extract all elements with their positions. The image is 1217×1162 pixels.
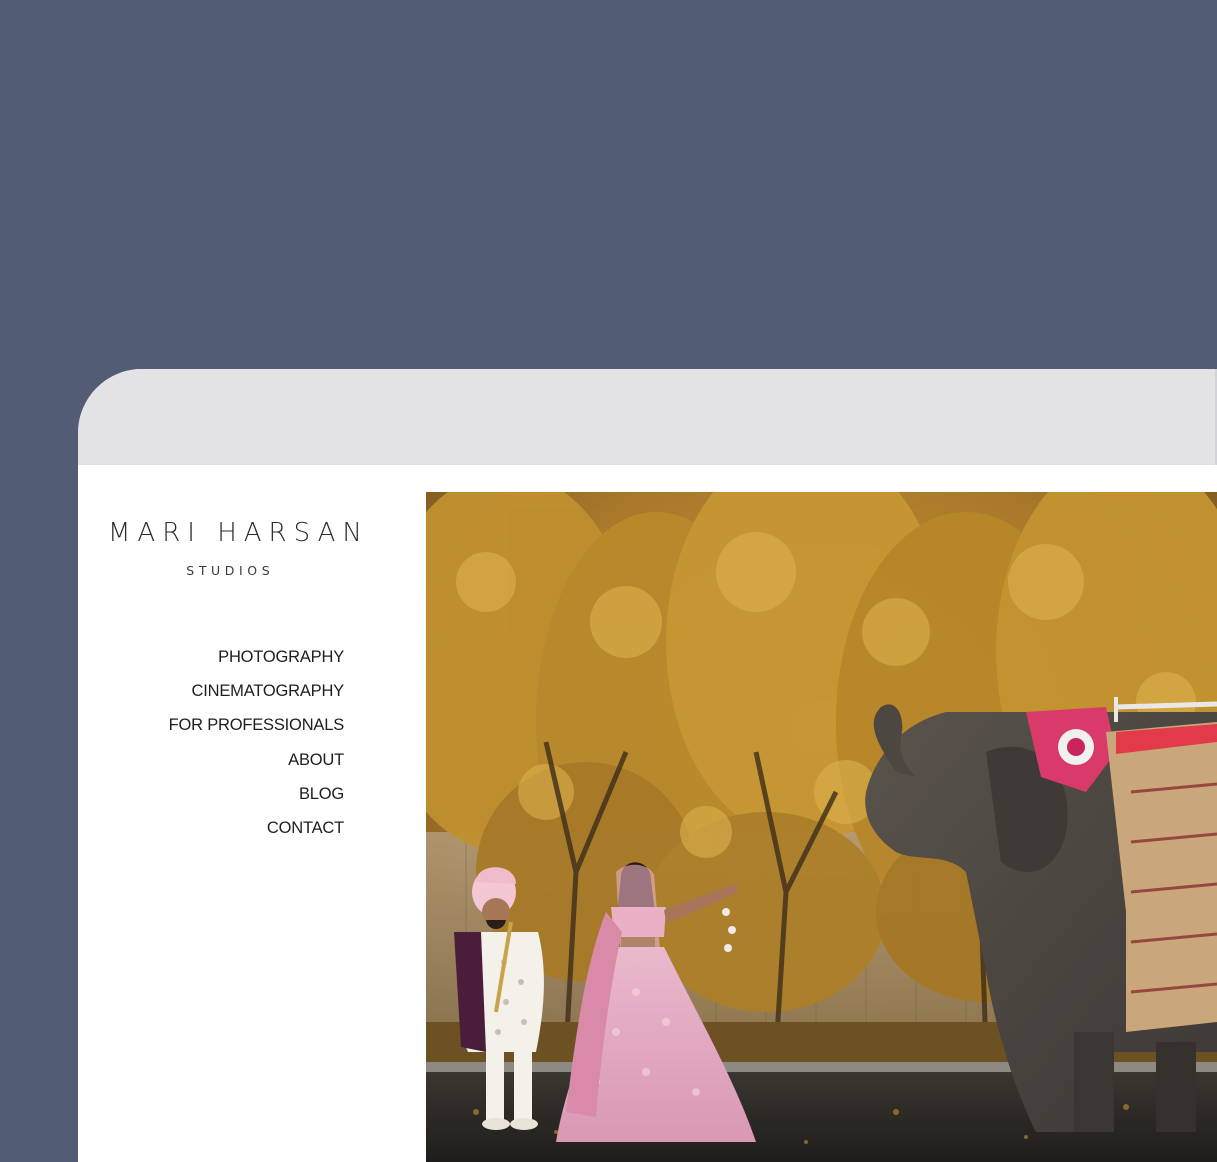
nav-link-about[interactable]: ABOUT (288, 751, 344, 769)
nav-link-contact[interactable]: CONTACT (267, 819, 344, 837)
wedding-photo-image (426, 492, 1217, 1162)
main-navigation: PHOTOGRAPHY CINEMATOGRAPHY FOR PROFESSIO… (138, 640, 345, 845)
nav-item-contact: CONTACT (138, 811, 344, 845)
device-bezel (78, 369, 1217, 465)
device-frame: MARI HARSAN STUDIOS PHOTOGRAPHY CINEMATO… (78, 369, 1217, 1162)
nav-item-blog: BLOG (138, 777, 344, 811)
nav-link-blog[interactable]: BLOG (299, 785, 344, 803)
logo-name: MARI HARSAN (108, 518, 369, 548)
nav-item-for-professionals: FOR PROFESSIONALS (138, 708, 345, 742)
studio-logo[interactable]: MARI HARSAN STUDIOS (108, 517, 362, 579)
nav-item-cinematography: CINEMATOGRAPHY (138, 674, 345, 708)
website-page: MARI HARSAN STUDIOS PHOTOGRAPHY CINEMATO… (78, 465, 1217, 1162)
nav-link-for-professionals[interactable]: FOR PROFESSIONALS (169, 716, 345, 734)
nav-item-about: ABOUT (138, 743, 344, 777)
nav-item-photography: PHOTOGRAPHY (138, 640, 344, 674)
logo-subtitle: STUDIOS (186, 563, 275, 578)
nav-link-cinematography[interactable]: CINEMATOGRAPHY (192, 682, 345, 700)
nav-link-photography[interactable]: PHOTOGRAPHY (218, 648, 344, 666)
hero-photo (426, 492, 1217, 1162)
